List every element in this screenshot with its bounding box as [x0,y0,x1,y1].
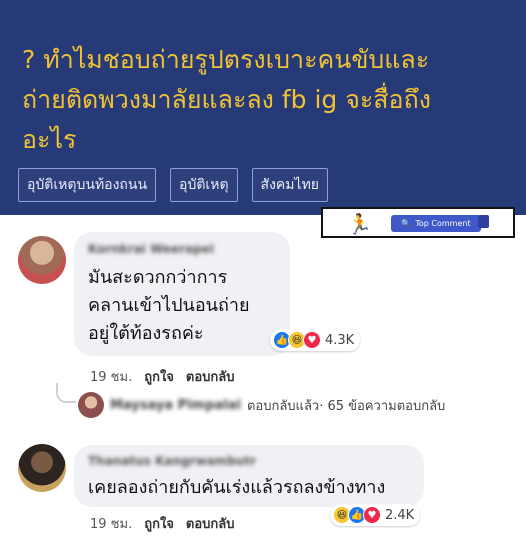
reaction-summary[interactable]: 👍 😆 ♥ 4.3K [270,329,361,351]
question-card: ? ทำไมชอบถ่ายรูปตรงเบาะคนขับและ ถ่ายติดพ… [0,0,526,215]
tag-road-accident[interactable]: อุบัติเหตุบนท้องถนน [18,168,157,202]
reaction-count: 2.4K [385,507,415,523]
like-action[interactable]: ถูกใจ [144,366,174,387]
comment-time[interactable]: 19 ชม. [90,366,132,387]
running-person-icon: 🏃 [347,212,372,236]
top-comment-button[interactable]: 🔍 Top Comment [391,215,489,232]
reaction-summary[interactable]: 😆 👍 ♥ 2.4K [330,504,421,526]
comment-line-3: อยู่ใต้ท้องรถค่ะ [88,323,204,344]
chat-bubble-icon [478,215,489,228]
love-reaction-icon: ♥ [303,331,321,349]
comment-time[interactable]: 19 ชม. [90,513,132,534]
reply-thread-line [56,383,76,403]
reply-action-text: ตอบกลับแล้ว [246,398,320,414]
love-reaction-icon: ♥ [363,506,381,524]
comment-author[interactable]: Kornkrai Weerapei [88,242,214,256]
comment-text: เคยลองถ่ายกับคันเร่งแล้วรถลงข้างทาง [88,477,386,498]
question-line-2: ถ่ายติดพวงมาลัยและลง fb ig จะสื่อถึง [22,85,431,114]
tag-accident[interactable]: อุบัติเหตุ [170,168,238,202]
avatar[interactable] [18,444,66,492]
comment-line-1: มันสะดวกกว่าการ [88,267,228,288]
search-icon: 🔍 [401,219,412,228]
comment-bubble: Thanatus Kangrwambutr เคยลองถ่ายกับคันเร… [74,445,424,507]
question-line-1: ? ทำไมชอบถ่ายรูปตรงเบาะคนขับและ [22,45,430,74]
comment-author[interactable]: Thanatus Kangrwambutr [88,454,256,468]
like-action[interactable]: ถูกใจ [144,513,174,534]
reply-action[interactable]: ตอบกลับ [186,513,235,534]
tag-list: อุบัติเหตุบนท้องถนน อุบัติเหตุ สังคมไทย [18,168,328,202]
avatar[interactable] [18,236,66,284]
reply-count: · 65 ข้อความตอบกลับ [319,398,446,414]
reply-author: Maysaya Pimpalai [110,397,241,413]
reply-action[interactable]: ตอบกลับ [186,366,235,387]
avatar [78,392,104,418]
tag-thai-society[interactable]: สังคมไทย [251,168,328,202]
comment-actions: 19 ชม. ถูกใจ ตอบกลับ [90,513,235,534]
comment-line-2: คลานเข้าไปนอนถ่าย [88,295,250,316]
comment-bubble: Kornkrai Weerapei มันสะดวกกว่าการ คลานเข… [74,232,290,356]
question-line-3: อะไร [22,125,77,154]
comment-actions: 19 ชม. ถูกใจ ตอบกลับ [90,366,235,387]
comment-text: มันสะดวกกว่าการ คลานเข้าไปนอนถ่าย อยู่ใต… [88,264,250,348]
question-title: ? ทำไมชอบถ่ายรูปตรงเบาะคนขับและ ถ่ายติดพ… [22,40,512,160]
top-comment-label: Top Comment [415,219,471,228]
view-replies-link[interactable]: Maysaya Pimpalai ตอบกลับแล้ว · 65 ข้อควา… [78,392,445,418]
top-comment-overlay: 🏃 🔍 Top Comment [321,207,515,238]
reaction-count: 4.3K [325,332,355,348]
